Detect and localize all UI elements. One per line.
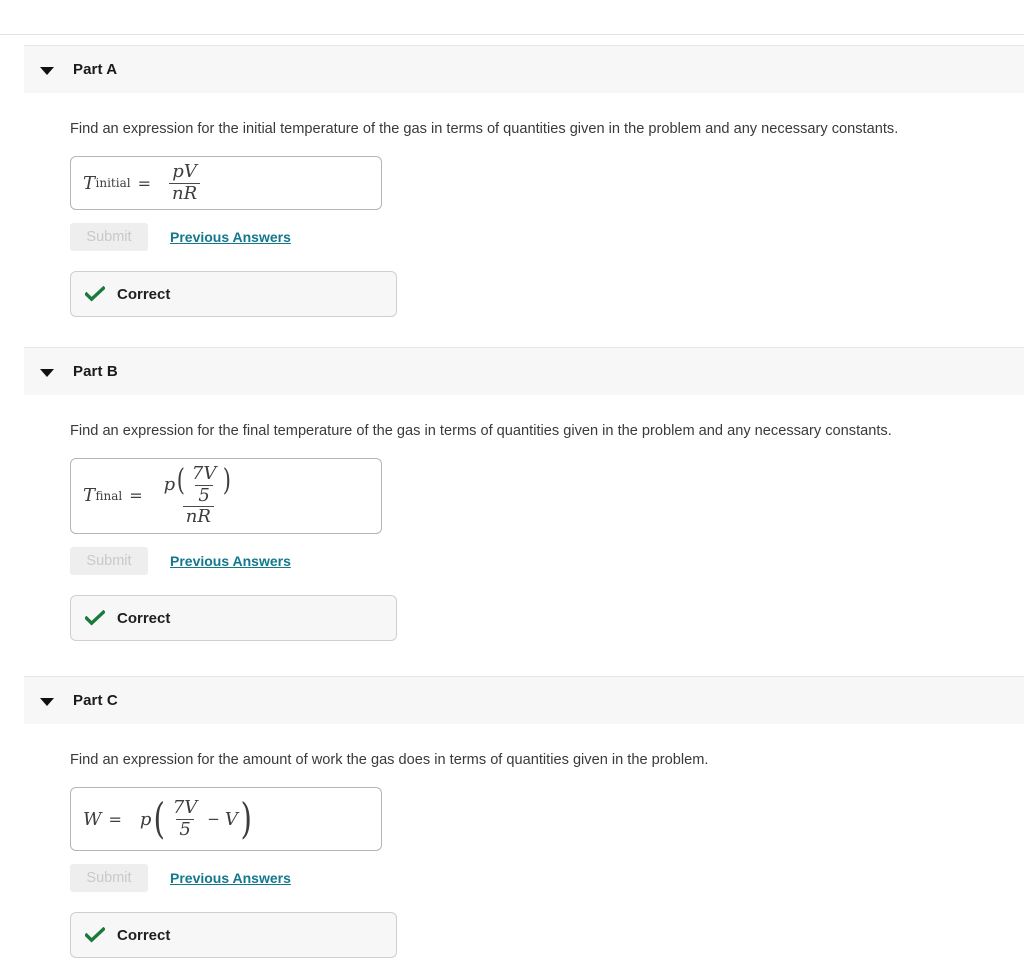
part-c-answer-box[interactable]: W = p(7V 5− V): [70, 787, 382, 851]
answer-lhs-variable: T: [83, 485, 96, 507]
check-icon: [85, 286, 105, 302]
part-b-expression: Tfinal = p(7V 5) nR: [83, 462, 238, 528]
part-a-status-box: Correct: [70, 271, 397, 317]
inner-denominator: 5: [176, 818, 194, 840]
part-b-bottom-spacer: [70, 641, 1024, 676]
part-b-answer-box[interactable]: Tfinal = p(7V 5) nR: [70, 458, 382, 534]
answer-fraction: pV nR: [168, 160, 201, 204]
part-c-section: Part C Find an expression for the amount…: [0, 676, 1024, 958]
part-c-expression: W = p(7V 5− V): [83, 794, 254, 844]
outer-denominator: nR: [182, 506, 214, 527]
previous-answers-link[interactable]: Previous Answers: [170, 553, 291, 569]
submit-button[interactable]: Submit: [70, 864, 148, 892]
submit-button[interactable]: Submit: [70, 547, 148, 575]
answer-lhs-variable: T: [83, 172, 96, 194]
page-top-gap: [0, 0, 1024, 34]
caret-down-icon[interactable]: [40, 694, 54, 708]
part-c-status-box: Correct: [70, 912, 397, 958]
trailing-variable: V: [224, 808, 238, 830]
paren-close: ): [223, 462, 232, 498]
check-icon: [85, 610, 105, 626]
minus-operator: −: [207, 810, 220, 828]
inner-fraction: 7V 5: [170, 796, 200, 840]
answer-equals-sign: =: [129, 486, 143, 506]
inner-numerator: 7V: [191, 462, 217, 484]
outer-numerator-variable: p: [163, 473, 176, 495]
check-icon: [85, 927, 105, 943]
status-badge: Correct: [117, 609, 171, 627]
answer-lhs-subscript: initial: [95, 176, 131, 190]
part-a-body: Find an expression for the initial tempe…: [0, 93, 1024, 347]
previous-answers-link[interactable]: Previous Answers: [170, 229, 291, 245]
part-a-bottom-spacer: [70, 317, 1024, 347]
answer-lhs-variable: W: [83, 808, 102, 830]
part-b-status-box: Correct: [70, 595, 397, 641]
submit-button[interactable]: Submit: [70, 223, 148, 251]
answer-equals-sign: =: [137, 173, 151, 193]
part-b-body: Find an expression for the final tempera…: [0, 395, 1024, 676]
part-c-header[interactable]: Part C: [24, 676, 1024, 724]
answer-lhs-subscript: final: [95, 488, 123, 503]
part-c-title: Part C: [73, 692, 118, 709]
part-a-section: Part A Find an expression for the initia…: [0, 45, 1024, 347]
caret-down-icon[interactable]: [40, 63, 54, 77]
part-b-actions: Submit Previous Answers: [70, 547, 1024, 575]
previous-answers-link[interactable]: Previous Answers: [170, 870, 291, 886]
inner-fraction: 7V 5: [189, 462, 219, 506]
part-c-actions: Submit Previous Answers: [70, 864, 1024, 892]
part-b-section: Part B Find an expression for the final …: [0, 347, 1024, 676]
outer-numerator: p(7V 5): [161, 462, 236, 507]
part-b-header[interactable]: Part B: [24, 347, 1024, 395]
fraction-numerator: pV: [172, 160, 197, 182]
part-c-body: Find an expression for the amount of wor…: [0, 724, 1024, 958]
part-b-title: Part B: [73, 363, 118, 380]
top-spacer: [0, 35, 1024, 45]
inner-numerator: 7V: [172, 796, 198, 818]
status-badge: Correct: [117, 926, 171, 944]
outer-variable: p: [139, 808, 152, 830]
fraction-denominator: nR: [168, 182, 201, 204]
part-a-title: Part A: [73, 61, 118, 78]
part-a-header[interactable]: Part A: [24, 45, 1024, 93]
inner-denominator: 5: [195, 484, 213, 506]
paren-open: (: [176, 462, 186, 498]
part-c-prompt: Find an expression for the amount of wor…: [70, 752, 709, 768]
part-b-prompt: Find an expression for the final tempera…: [70, 423, 892, 439]
part-a-prompt: Find an expression for the initial tempe…: [70, 121, 899, 137]
status-badge: Correct: [117, 285, 171, 303]
caret-down-icon[interactable]: [40, 365, 54, 379]
part-a-answer-box[interactable]: Tinitial = pV nR: [70, 156, 382, 210]
answer-equals-sign: =: [108, 809, 122, 829]
answer-outer-fraction: p(7V 5) nR: [161, 462, 236, 528]
assignment-page: Part A Find an expression for the initia…: [0, 0, 1024, 958]
part-a-actions: Submit Previous Answers: [70, 223, 1024, 251]
paren-close: ): [240, 794, 252, 844]
part-a-expression: Tinitial = pV nR: [83, 160, 202, 204]
paren-open: (: [153, 794, 166, 844]
